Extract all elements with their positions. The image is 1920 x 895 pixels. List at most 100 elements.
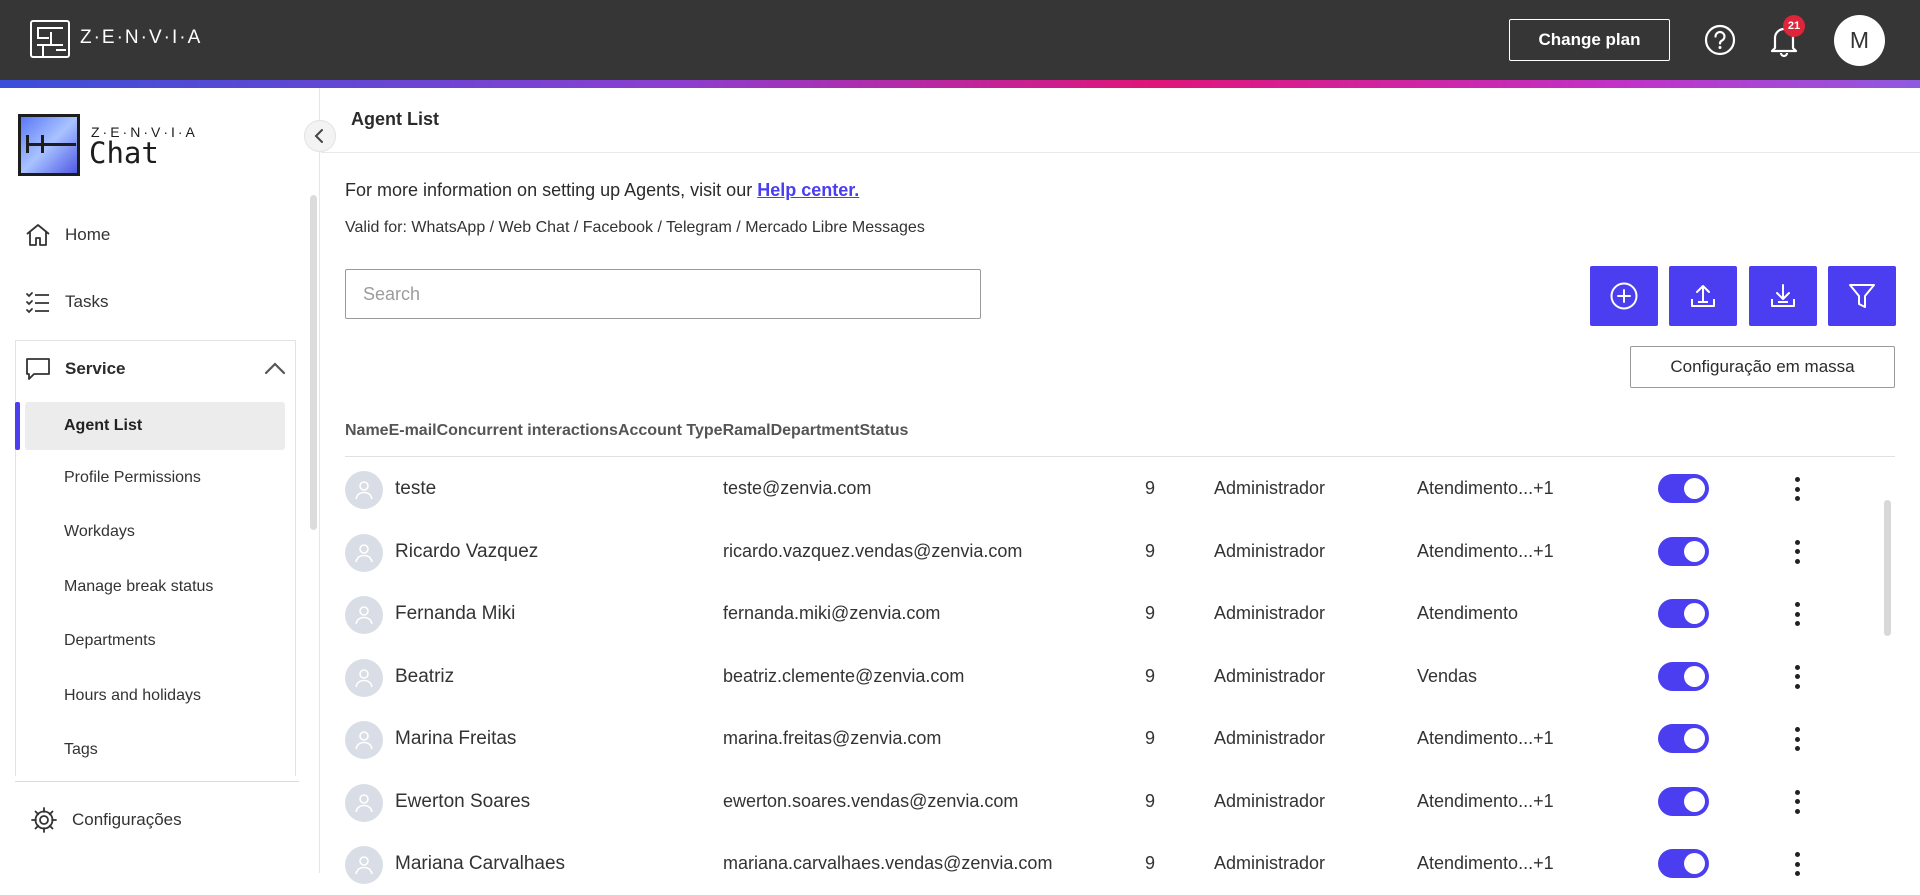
valid-for-text: Valid for: WhatsApp / Web Chat / Faceboo… [345,219,925,236]
column-header-concurrent[interactable]: Concurrent interactions [437,422,618,439]
sidebar-item-label: Configurações [72,810,182,829]
sidebar-item-label: Service [65,359,126,378]
table-header: NameE-mailConcurrent interactionsAccount… [345,422,908,440]
info-text: For more information on setting up Agent… [345,180,859,201]
agent-account-type: Administrador [1214,853,1326,873]
user-avatar-icon [345,533,383,572]
search-input[interactable] [345,269,981,319]
table-scrollbar[interactable] [1884,500,1891,636]
sidebar-item-label: Home [65,225,111,244]
status-toggle[interactable] [1658,724,1709,753]
agent-name: Marina Freitas [395,728,517,749]
sidebar-subitem-profile-permissions[interactable]: Profile Permissions [25,454,285,502]
sidebar-item-settings[interactable]: Configurações [30,800,182,840]
filter-icon [1849,284,1875,308]
agent-concurrent: 9 [1145,728,1156,748]
status-toggle[interactable] [1658,599,1709,628]
agent-department: Atendimento...+1 [1417,853,1554,873]
more-options-icon[interactable] [1785,537,1809,567]
table-row[interactable]: teste teste@zenvia.com 9 Administrador A… [345,458,1885,520]
column-header-email[interactable]: E-mail [389,422,437,439]
sidebar-item-home[interactable]: Home [24,215,110,255]
sidebar-subitem-hours-and-holidays[interactable]: Hours and holidays [25,672,285,720]
column-header-department[interactable]: Department [771,422,860,439]
filter-button[interactable] [1828,266,1896,326]
sidebar-divider [15,781,299,782]
add-agent-button[interactable] [1590,266,1658,326]
upload-button[interactable] [1669,266,1737,326]
sidebar-item-tasks[interactable]: Tasks [24,282,108,322]
title-divider [321,152,1920,153]
user-avatar-icon [345,658,383,697]
more-options-icon[interactable] [1785,599,1809,629]
chevron-up-icon[interactable] [264,361,286,375]
agent-department: Atendimento [1417,603,1519,623]
status-toggle[interactable] [1658,786,1709,816]
column-header-account-type[interactable]: Account Type [618,422,723,439]
sidebar-subitem-agent-list[interactable]: Agent List [25,402,285,450]
table-row[interactable]: Beatriz beatriz.clemente@zenvia.com 9 Ad… [345,646,1885,708]
active-item-marker [15,402,20,450]
agent-department: Atendimento...+1 [1417,790,1554,811]
sidebar-subitem-manage-break-status[interactable]: Manage break status [25,563,285,611]
agent-account-type: Administrador [1214,478,1326,498]
user-avatar-icon [345,846,383,884]
agent-email: teste@zenvia.com [723,478,872,498]
agent-concurrent: 9 [1145,540,1156,561]
status-toggle[interactable] [1658,536,1709,566]
sidebar-item-service[interactable]: Service [25,349,290,389]
table-row[interactable]: Fernanda Miki fernanda.miki@zenvia.com 9… [345,583,1885,645]
help-center-link[interactable]: Help center. [757,180,859,200]
chat-bubble-icon [26,358,50,380]
agent-department: Atendimento...+1 [1417,540,1554,561]
agent-department: Atendimento...+1 [1417,478,1554,498]
agent-concurrent: 9 [1145,665,1156,686]
status-toggle[interactable] [1658,849,1709,878]
agent-name: Mariana Carvalhaes [395,853,566,874]
more-options-icon[interactable] [1785,474,1809,504]
header-divider [345,456,1895,457]
table-row[interactable]: Marina Freitas marina.freitas@zenvia.com… [345,708,1885,770]
agent-department: Atendimento...+1 [1417,728,1554,748]
agent-account-type: Administrador [1214,665,1326,686]
table-row[interactable]: Ewerton Soares ewerton.soares.vendas@zen… [345,771,1885,833]
agent-account-type: Administrador [1214,603,1326,623]
agent-account-type: Administrador [1214,540,1326,561]
user-avatar[interactable]: M [1834,15,1885,66]
status-toggle[interactable] [1658,474,1709,503]
table-row[interactable]: Ricardo Vazquez ricardo.vazquez.vendas@z… [345,521,1885,583]
mass-configuration-button[interactable]: Configuração em massa [1630,346,1895,388]
top-bar: Z·E·N·V·I·A Change plan 21 M [0,0,1920,80]
table-row[interactable]: Mariana Carvalhaes mariana.carvalhaes.ve… [345,833,1885,895]
agent-account-type: Administrador [1214,790,1326,811]
status-toggle[interactable] [1658,661,1709,691]
sidebar-subitem-workdays[interactable]: Workdays [25,508,285,556]
user-icon [355,481,373,500]
column-header-status[interactable]: Status [860,422,909,439]
agent-department: Vendas [1417,665,1478,686]
user-icon [355,793,373,812]
column-header-ramal[interactable]: Ramal [723,422,771,439]
more-options-icon[interactable] [1785,724,1809,754]
sidebar-subitem-departments[interactable]: Departments [25,617,285,665]
more-options-icon[interactable] [1785,662,1809,692]
agent-account-type: Administrador [1214,728,1326,748]
user-avatar-icon [345,596,383,634]
help-icon[interactable] [1704,24,1736,56]
sidebar-subitem-tags[interactable]: Tags [25,726,285,774]
info-text-body: For more information on setting up Agent… [345,180,758,200]
sidebar-scrollbar[interactable] [310,195,317,530]
page-title: Agent List [351,109,439,129]
brand-name: Z·E·N·V·I·A [80,27,203,48]
agent-name: Ewerton Soares [395,790,531,812]
more-options-icon[interactable] [1785,787,1809,817]
user-icon [355,668,373,687]
more-options-icon[interactable] [1785,849,1809,879]
agent-name: Beatriz [395,665,455,687]
change-plan-button[interactable]: Change plan [1509,19,1670,61]
download-icon [1771,284,1795,307]
download-button[interactable] [1749,266,1817,326]
column-header-name[interactable]: Name [345,422,389,439]
brand-gradient-bar [0,80,1920,88]
user-icon [355,543,373,562]
